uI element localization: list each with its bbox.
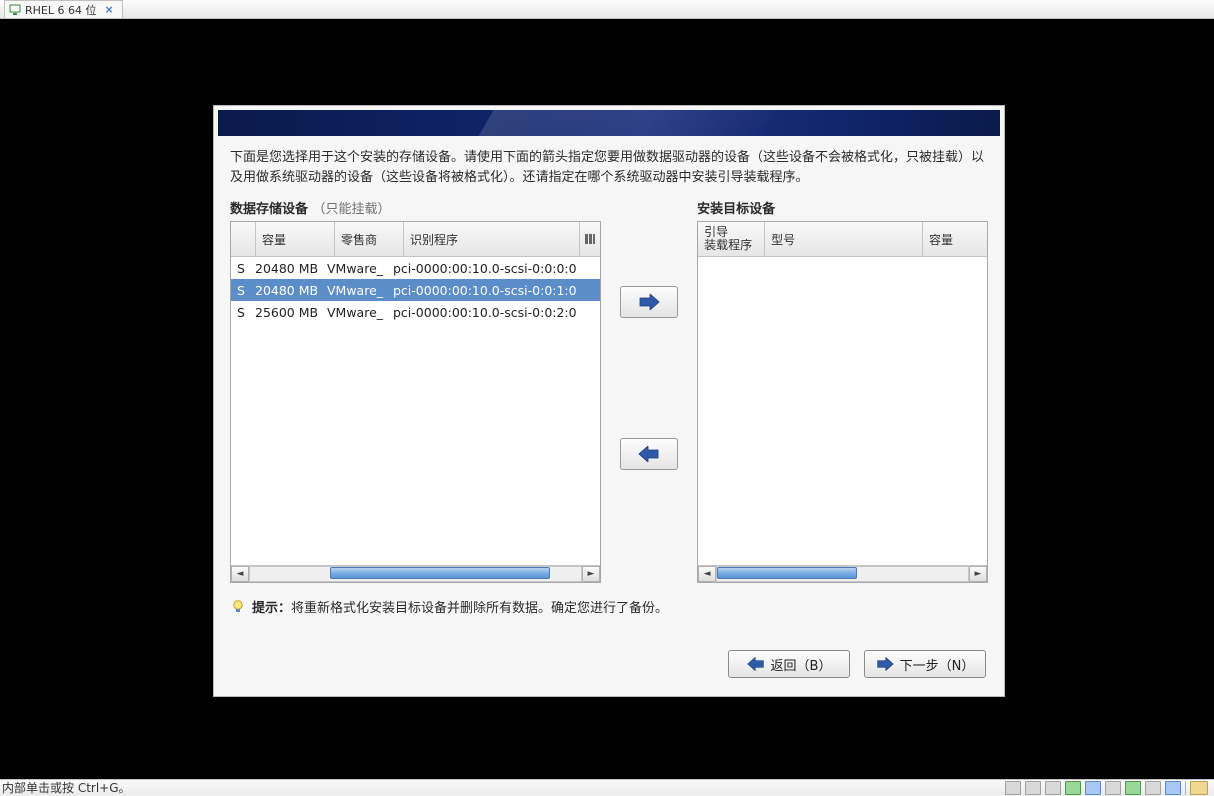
source-panel-title: 数据存储设备 （只能挂载）: [230, 198, 601, 217]
arrow-right-icon: [876, 657, 894, 671]
source-hscrollbar[interactable]: ◄ ►: [231, 565, 600, 582]
transfer-buttons: [613, 198, 685, 470]
list-item[interactable]: S 25600 MB VMware_ pci-0000:00:10.0-scsi…: [231, 301, 600, 323]
tip-row: 提示：将重新格式化安装目标设备并删除所有数据。确定您进行了备份。: [214, 583, 1004, 616]
target-panel-title: 安装目标设备: [697, 198, 988, 217]
monitor-icon: [9, 4, 21, 16]
col-header-model[interactable]: 型号: [765, 222, 923, 256]
col-header-capacity[interactable]: 容量: [256, 222, 335, 256]
installer-description: 下面是您选择用于这个安装的存储设备。请使用下面的箭头指定您要用做数据驱动器的设备…: [214, 144, 1004, 198]
status-bar: 内部单击或按 Ctrl+G。: [0, 779, 1214, 795]
source-list-body[interactable]: S 20480 MB VMware_ pci-0000:00:10.0-scsi…: [231, 257, 600, 565]
lightbulb-icon: [230, 599, 246, 615]
close-icon[interactable]: ×: [104, 3, 113, 16]
vm-tab-label: RHEL 6 64 位: [25, 2, 96, 18]
network-icon[interactable]: [1085, 781, 1101, 795]
col-header-vendor[interactable]: 零售商: [335, 222, 404, 256]
scroll-thumb[interactable]: [717, 567, 857, 579]
disk-icon[interactable]: [1025, 781, 1041, 795]
next-button[interactable]: 下一步（N）: [864, 650, 986, 678]
source-listbox[interactable]: 容量 零售商 识别程序 S 20480 MB VMware_ pci-0000:…: [230, 221, 601, 583]
target-list-body[interactable]: [698, 257, 987, 565]
back-button[interactable]: 返回（B）: [728, 650, 850, 678]
scroll-thumb[interactable]: [330, 567, 550, 579]
list-item[interactable]: S 20480 MB VMware_ pci-0000:00:10.0-scsi…: [231, 279, 600, 301]
footer-buttons: 返回（B） 下一步（N）: [214, 636, 1004, 696]
source-panel: 数据存储设备 （只能挂载） 容量 零售商 识别程序 S 20480 MB: [230, 198, 601, 583]
col-header-flag[interactable]: [231, 222, 256, 256]
move-left-button[interactable]: [620, 438, 678, 470]
target-hscrollbar[interactable]: ◄ ►: [698, 565, 987, 582]
cd-icon[interactable]: [1065, 781, 1081, 795]
scroll-left-icon[interactable]: ◄: [698, 566, 716, 582]
scroll-track[interactable]: [716, 566, 969, 582]
disk-icon[interactable]: [1045, 781, 1061, 795]
col-header-capacity[interactable]: 容量: [923, 222, 987, 256]
tip-text: 将重新格式化安装目标设备并删除所有数据。确定您进行了备份。: [291, 601, 668, 616]
arrow-left-icon: [638, 446, 660, 462]
list-item[interactable]: S 20480 MB VMware_ pci-0000:00:10.0-scsi…: [231, 257, 600, 279]
scroll-right-icon[interactable]: ►: [969, 566, 987, 582]
scroll-left-icon[interactable]: ◄: [231, 566, 249, 582]
installer-banner: [218, 110, 1000, 136]
vm-tab-bar: RHEL 6 64 位 ×: [0, 0, 1214, 19]
installer-window: 下面是您选择用于这个安装的存储设备。请使用下面的箭头指定您要用做数据驱动器的设备…: [213, 105, 1005, 697]
arrow-left-icon: [747, 657, 765, 671]
col-header-identifier[interactable]: 识别程序: [404, 222, 579, 256]
usb-icon[interactable]: [1145, 781, 1161, 795]
printer-icon[interactable]: [1105, 781, 1121, 795]
sound-icon[interactable]: [1125, 781, 1141, 795]
divider: [1185, 781, 1186, 795]
camera-icon[interactable]: [1165, 781, 1181, 795]
folder-icon[interactable]: [1190, 781, 1208, 795]
source-list-header: 容量 零售商 识别程序: [231, 222, 600, 257]
target-listbox[interactable]: 引导 装载程序 型号 容量 ◄ ►: [697, 221, 988, 583]
target-panel: 安装目标设备 引导 装载程序 型号 容量 ◄ ►: [697, 198, 988, 583]
status-text: 内部单击或按 Ctrl+G。: [2, 779, 131, 796]
target-list-header: 引导 装载程序 型号 容量: [698, 222, 987, 257]
scroll-right-icon[interactable]: ►: [582, 566, 600, 582]
column-config-button[interactable]: [579, 222, 600, 256]
col-header-bootloader[interactable]: 引导 装载程序: [698, 222, 765, 256]
arrow-right-icon: [638, 294, 660, 310]
status-icons: [1005, 781, 1214, 795]
scroll-track[interactable]: [249, 566, 582, 582]
disk-icon[interactable]: [1005, 781, 1021, 795]
tip-label: 提示：: [252, 601, 291, 616]
vm-tab[interactable]: RHEL 6 64 位 ×: [4, 0, 123, 18]
move-right-button[interactable]: [620, 286, 678, 318]
